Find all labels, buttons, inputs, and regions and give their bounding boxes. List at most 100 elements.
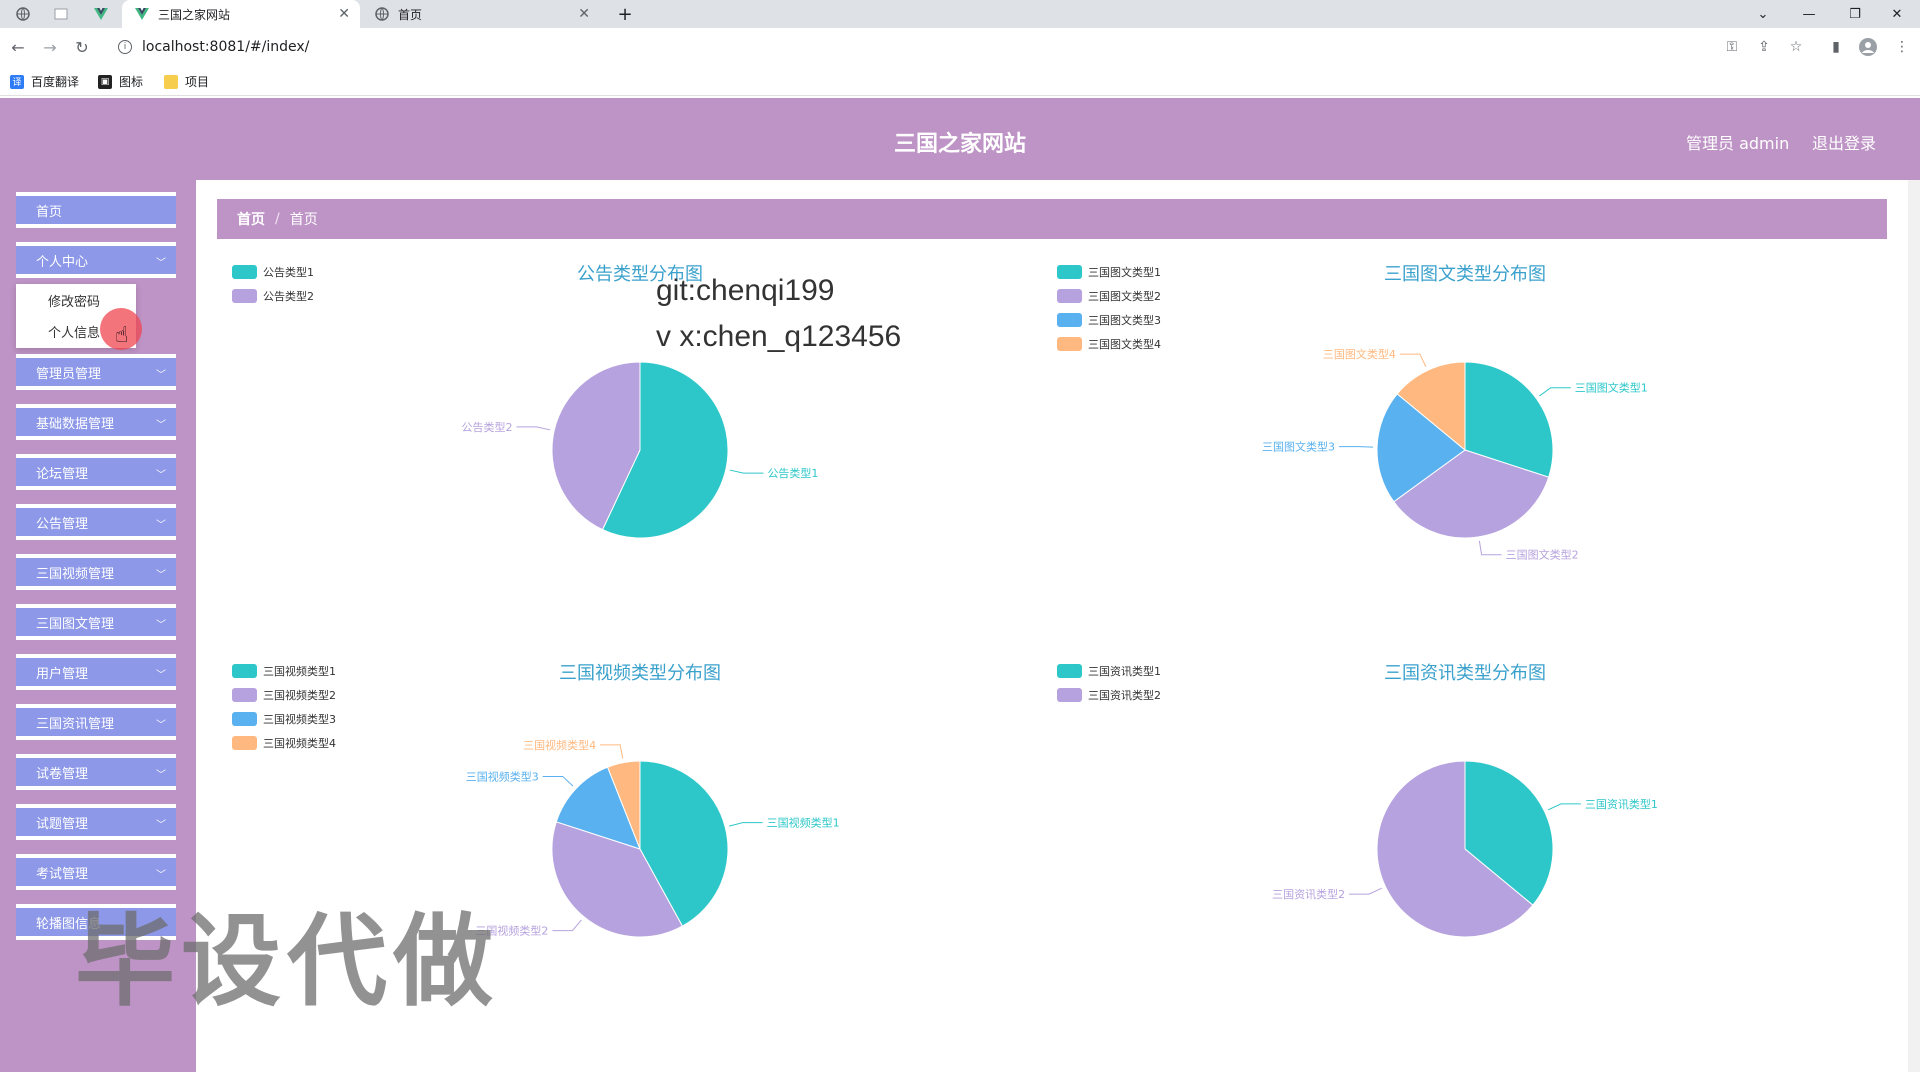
vue-logo-icon [134,6,150,22]
submenu-personal-info[interactable]: 个人信息 [48,322,100,341]
address-bar[interactable]: i localhost:8081/#/index/ [108,33,1828,61]
legend-item[interactable]: 公告类型1 [232,260,314,284]
chart-title: 三国资讯类型分布图 [1384,663,1546,684]
folder-icon [164,74,178,89]
chevron-down-icon: ﹀ [156,370,166,381]
bookmark-item[interactable]: ▣ 图标 [98,73,143,90]
admin-user-label[interactable]: 管理员 admin [1686,130,1789,154]
chevron-down-icon: ﹀ [156,520,166,531]
pie-label-line [728,822,763,827]
legend-item[interactable]: 三国图文类型4 [1057,332,1161,356]
breadcrumb: 首页 / 首页 [217,199,1887,239]
legend-label: 公告类型1 [263,266,314,279]
legend-label: 三国视频类型1 [263,665,336,678]
pie-label: 三国图文类型4 [1323,347,1396,361]
watermark-line: v x:chen_q123456 [656,320,902,353]
legend-label: 三国视频类型2 [263,689,336,702]
image-icon: ▣ [98,74,112,89]
bookmarks-bar: 译 百度翻译 ▣ 图标 项目 [0,66,1920,96]
forward-icon[interactable]: → [38,35,62,59]
chevron-down-icon: ﹀ [156,570,166,581]
sidebar-item-basic-data[interactable]: 基础数据管理 ﹀ [16,404,176,440]
chart-legend: 三国资讯类型1 三国资讯类型2 [1057,659,1161,707]
tab-inactive[interactable]: 首页 ✕ [362,0,600,28]
bookmark-label: 百度翻译 [31,75,80,89]
legend-item[interactable]: 三国图文类型1 [1057,260,1161,284]
bookmark-item[interactable]: 项目 [164,73,209,90]
breadcrumb-item[interactable]: 首页 [237,209,265,229]
sidebar-item-label: 个人中心 [36,254,89,270]
sidebar-item-questions[interactable]: 试题管理 ﹀ [16,804,176,840]
tab-active[interactable]: 三国之家网站 ✕ [122,0,360,28]
page-scrollbar[interactable] [1908,180,1920,1072]
sidebar-item-label: 基础数据管理 [36,416,115,432]
tab-pinned-globe-icon[interactable] [8,2,38,26]
tab-close-icon[interactable]: ✕ [578,6,590,22]
legend-item[interactable]: 公告类型2 [232,284,314,308]
sidebar-item-personal-center[interactable]: 个人中心 ﹀ [16,242,176,278]
tab-pinned-vue-icon[interactable] [86,2,116,26]
sidebar-item-forum[interactable]: 论坛管理 ﹀ [16,454,176,490]
legend-label: 三国图文类型2 [1088,290,1161,303]
legend-item[interactable]: 三国图文类型3 [1057,308,1161,332]
bookmark-item[interactable]: 译 百度翻译 [10,73,79,90]
tab-close-icon[interactable]: ✕ [338,6,350,22]
submenu-change-password[interactable]: 修改密码 [48,291,100,310]
logout-link[interactable]: 退出登录 [1812,130,1876,154]
sidebar-item-label: 论坛管理 [36,466,89,482]
close-window-icon[interactable]: ✕ [1874,0,1920,28]
sidebar-item-video[interactable]: 三国视频管理 ﹀ [16,554,176,590]
pie-label-line [516,426,551,431]
tab-pinned-blank-icon[interactable] [46,2,76,26]
legend-item[interactable]: 三国视频类型3 [232,707,336,731]
legend-item[interactable]: 三国资讯类型2 [1057,683,1161,707]
chart-legend: 公告类型1 公告类型2 [232,260,314,308]
password-key-icon[interactable]: ⚿ [1720,35,1744,59]
back-icon[interactable]: ← [6,35,30,59]
profile-avatar-icon[interactable] [1856,35,1880,59]
site-info-icon[interactable]: i [118,40,132,54]
app-header: 三国之家网站 管理员 admin 退出登录 [0,98,1920,180]
pie-label-line [1478,540,1502,556]
legend-item[interactable]: 三国视频类型2 [232,683,336,707]
sidebar-item-users[interactable]: 用户管理 ﹀ [16,654,176,690]
pie-chart-svg: 三国资讯类型1 三国资讯类型2 [1272,760,1658,938]
new-tab-icon[interactable]: + [610,2,640,26]
pie-label: 公告类型1 [767,466,818,480]
bookmark-star-icon[interactable]: ☆ [1784,35,1808,59]
pie-label-line [1349,887,1382,895]
reload-icon[interactable]: ↻ [70,35,94,59]
legend-swatch [232,664,257,678]
legend-label: 三国视频类型3 [263,713,336,726]
minimize-icon[interactable]: — [1786,0,1832,28]
sidebar-item-admin-management[interactable]: 管理员管理 ﹀ [16,354,176,390]
sidebar-item-label: 三国资讯管理 [36,716,115,732]
legend-item[interactable]: 三国视频类型4 [232,731,336,755]
share-icon[interactable]: ⇪ [1752,35,1776,59]
translate-icon: 译 [10,74,24,89]
sidebar-item-label: 考试管理 [36,866,89,882]
bookmark-label: 图标 [119,75,144,89]
legend-item[interactable]: 三国图文类型2 [1057,284,1161,308]
legend-item[interactable]: 三国资讯类型1 [1057,659,1161,683]
chevron-down-icon: ﹀ [156,670,166,681]
legend-item[interactable]: 三国视频类型1 [232,659,336,683]
legend-swatch [232,688,257,702]
legend-label: 三国资讯类型1 [1088,665,1161,678]
tab-search-icon[interactable]: ⌄ [1740,0,1786,28]
restore-icon[interactable]: ❐ [1832,0,1878,28]
sidebar-item-papers[interactable]: 试卷管理 ﹀ [16,754,176,790]
sidebar-item-notice[interactable]: 公告管理 ﹀ [16,504,176,540]
legend-label: 三国图文类型4 [1088,338,1161,351]
sidebar-item-home[interactable]: 首页 [16,192,176,228]
sidebar-item-label: 三国视频管理 [36,566,115,582]
legend-label: 三国图文类型3 [1088,314,1161,327]
breadcrumb-item: 首页 [289,212,318,228]
sidebar-item-news[interactable]: 三国资讯管理 ﹀ [16,704,176,740]
chevron-down-icon: ﹀ [156,620,166,631]
tab-title: 三国之家网站 [158,7,231,22]
sidebar-item-article[interactable]: 三国图文管理 ﹀ [16,604,176,640]
menu-kebab-icon[interactable]: ⋮ [1890,35,1914,59]
side-panel-icon[interactable]: ▮ [1824,35,1848,59]
legend-swatch [1057,664,1082,678]
